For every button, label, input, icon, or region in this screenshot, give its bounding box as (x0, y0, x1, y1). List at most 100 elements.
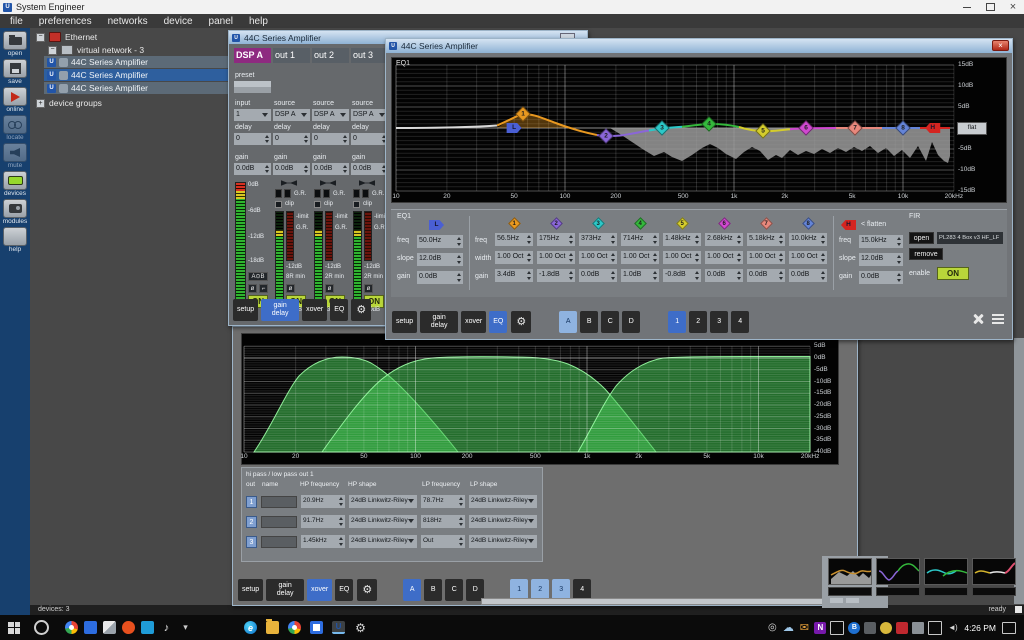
settings-gear-icon[interactable]: ⚙ (351, 299, 371, 321)
caret-down-icon[interactable] (179, 621, 192, 634)
fir-remove-button[interactable]: remove (909, 248, 943, 260)
output-number-badge[interactable]: 3 (246, 536, 257, 548)
band-freq-field[interactable]: 10.0kHz (789, 233, 827, 246)
device-icon[interactable] (912, 622, 924, 634)
search-button[interactable] (34, 620, 49, 635)
sidebar-item[interactable]: locate (0, 115, 30, 142)
low-band-thumbnail[interactable] (876, 558, 920, 596)
channel-tab[interactable]: C (601, 311, 619, 333)
ab-compare-button[interactable]: A⊙B (248, 272, 268, 281)
phase-button[interactable]: ø (325, 284, 334, 293)
tools-icon[interactable] (972, 313, 984, 325)
chrome-icon[interactable] (288, 621, 301, 634)
eq-window-titlebar[interactable]: U 44C Series Amplifier (386, 39, 1012, 53)
output-header[interactable]: out 1 (273, 48, 310, 63)
input-header[interactable]: DSP A (234, 48, 271, 63)
bluetooth-icon[interactable]: B (848, 622, 860, 634)
eq-marker-5[interactable]: 5 (755, 124, 771, 140)
close-window-button[interactable]: × (992, 40, 1009, 51)
sidebar-item[interactable]: help (0, 227, 30, 254)
delay-field[interactable]: 0 (273, 133, 310, 145)
band-width-field[interactable]: 1.00 Oct (789, 251, 827, 264)
band-width-field[interactable]: 1.00 Oct (495, 251, 533, 264)
gain-field[interactable]: 0.0dB (234, 163, 271, 175)
hidden-icons-icon[interactable] (766, 622, 778, 634)
eq-marker-7[interactable]: 7 (847, 120, 863, 136)
delay-field[interactable]: 0 (351, 133, 388, 145)
number-tab[interactable]: 3 (710, 311, 728, 333)
sidebar-item[interactable]: mute (0, 143, 30, 170)
hp-shape-select[interactable]: 24dB Linkwitz-Riley (349, 535, 417, 548)
page-tab[interactable]: xover (461, 311, 486, 333)
high-shelf-slope-field[interactable]: 12.0dB (859, 253, 903, 266)
band-freq-field[interactable]: 1.48kHz (663, 233, 701, 246)
eq-overlay-thumbnail[interactable] (828, 558, 872, 596)
eq-marker-H[interactable]: H (925, 123, 940, 133)
band-gain-field[interactable]: 0.0dB (747, 269, 785, 282)
band-freq-field[interactable]: 56.5Hz (495, 233, 533, 246)
clipboard-icon[interactable] (830, 621, 844, 635)
menu-item[interactable]: help (249, 16, 268, 27)
band-width-field[interactable]: 1.00 Oct (579, 251, 617, 264)
band-gain-field[interactable]: 1.0dB (621, 269, 659, 282)
low-shelf-gain-field[interactable]: 0.0dB (417, 271, 463, 284)
output-number-badge[interactable]: 1 (246, 496, 257, 508)
collapse-icon[interactable]: − (48, 46, 57, 55)
code-icon[interactable] (141, 621, 154, 634)
flatten-link[interactable]: < flatten (861, 221, 886, 228)
high-shelf-gain-field[interactable]: 0.0dB (859, 271, 903, 284)
settings-gear-icon[interactable]: ⚙ (511, 311, 531, 333)
band-freq-field[interactable]: 714Hz (621, 233, 659, 246)
source-select[interactable]: DSP A (273, 109, 310, 121)
antivirus-icon[interactable] (880, 622, 892, 634)
mid-band-thumbnail[interactable] (924, 558, 968, 596)
fir-enable-button[interactable]: ON (937, 267, 969, 280)
page-tab[interactable]: setup (238, 579, 263, 601)
channel-tab[interactable]: A (559, 311, 577, 333)
band-freq-field[interactable]: 5.18kHz (747, 233, 785, 246)
system-engineer-icon[interactable]: U (332, 621, 345, 634)
app-blue-icon[interactable] (84, 621, 97, 634)
eq-marker-L[interactable]: L (507, 123, 522, 133)
music-icon[interactable] (160, 621, 173, 634)
page-tab[interactable]: setup (233, 299, 258, 321)
phase-button[interactable]: ø (248, 284, 257, 293)
output-number-badge[interactable]: 2 (246, 516, 257, 528)
band-width-field[interactable]: 1.00 Oct (663, 251, 701, 264)
number-tab[interactable]: 1 (668, 311, 686, 333)
settings-gear-icon[interactable]: ⚙ (357, 579, 377, 601)
channel-tab[interactable]: B (580, 311, 598, 333)
hp-frequency-field[interactable]: 1.45kHz (301, 535, 345, 548)
mute-speaker-icon[interactable] (359, 179, 375, 187)
edge-icon[interactable]: e (244, 621, 257, 634)
output-header[interactable]: out 3 (351, 48, 388, 63)
sidebar-item[interactable]: devices (0, 171, 30, 198)
channel-tab[interactable]: C (445, 579, 463, 601)
horizontal-scrollbar[interactable] (481, 598, 825, 605)
thumbnail-button[interactable] (830, 598, 843, 603)
input-select[interactable]: 1 (234, 109, 271, 121)
menu-item[interactable]: file (10, 16, 23, 27)
band-width-field[interactable]: 1.00 Oct (537, 251, 575, 264)
gain-field[interactable]: 0.0dB (273, 163, 310, 175)
chrome-icon[interactable] (65, 621, 78, 634)
mute-speaker-icon[interactable] (281, 179, 297, 187)
hp-frequency-field[interactable]: 20.9Hz (301, 495, 345, 508)
restore-button[interactable] (979, 0, 1001, 14)
gain-field[interactable]: 0.0dB (351, 163, 388, 175)
explorer-icon[interactable] (266, 621, 279, 634)
phase-button[interactable]: ø (286, 284, 295, 293)
menu-item[interactable]: device (164, 16, 193, 27)
clock[interactable]: 4:26 PM (964, 623, 996, 633)
security-red-icon[interactable] (896, 622, 908, 634)
source-select[interactable]: DSP A (312, 109, 349, 121)
thumbnail-button[interactable] (846, 598, 859, 603)
lp-frequency-field[interactable]: 818Hz (421, 515, 465, 528)
tree-item-device-groups[interactable]: + device groups (36, 97, 102, 109)
channel-tab[interactable]: D (622, 311, 640, 333)
hp-frequency-field[interactable]: 91.7Hz (301, 515, 345, 528)
source-select[interactable]: DSP A (351, 109, 388, 121)
output-name-field[interactable] (261, 496, 297, 508)
output-header[interactable]: out 2 (312, 48, 349, 63)
start-button[interactable] (8, 622, 20, 634)
